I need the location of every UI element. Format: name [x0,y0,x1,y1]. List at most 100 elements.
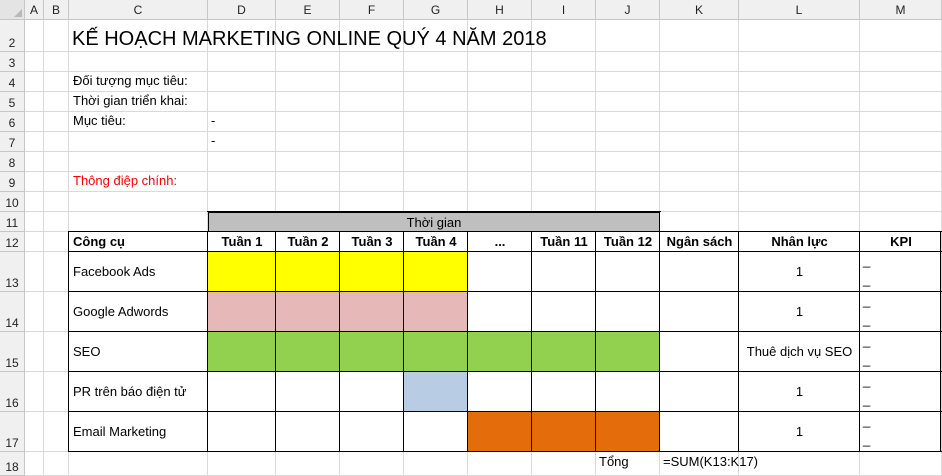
row-header-16[interactable]: 16 [0,372,25,412]
table-header-7[interactable]: Tuần 12 [596,232,660,252]
table-header-5[interactable]: ... [468,232,532,252]
col-header-i[interactable]: I [532,0,596,20]
row-header-5[interactable]: 5 [0,92,25,112]
kpi-cell[interactable]: _ _ [860,412,942,452]
row-header-3[interactable]: 3 [0,52,25,72]
tool-cell[interactable]: Facebook Ads [69,252,208,292]
row-header-12[interactable]: 12 [0,232,25,252]
row-header-10[interactable]: 10 [0,192,25,212]
row-header-6[interactable]: 6 [0,112,25,132]
spreadsheet-grid[interactable]: A B C D E F G H I J K L M 2 3 4 5 6 7 8 9 10 11 12 13 14 15 16 17 18 T… [0,0,942,476]
col-header-l[interactable]: L [739,0,860,20]
schedule-cell[interactable] [208,372,276,412]
schedule-cell[interactable] [468,332,532,372]
table-header-6[interactable]: Tuần 11 [532,232,596,252]
schedule-cell[interactable] [532,412,596,452]
table-header-4[interactable]: Tuần 4 [404,232,468,252]
tool-cell[interactable]: SEO [69,332,208,372]
schedule-cell[interactable] [340,372,404,412]
schedule-cell[interactable] [276,372,340,412]
col-header-c[interactable]: C [69,0,208,20]
schedule-cell[interactable] [276,332,340,372]
row-header-9[interactable]: 9 [0,172,25,192]
row-header-2[interactable]: 2 [0,20,25,52]
schedule-cell[interactable] [276,412,340,452]
table-header-0[interactable]: Công cụ [69,232,208,252]
staff-cell[interactable]: Thuê dịch vụ SEO [739,332,860,372]
schedule-cell[interactable] [532,372,596,412]
budget-cell[interactable] [660,252,739,292]
col-header-a[interactable]: A [25,0,44,20]
schedule-cell[interactable] [468,412,532,452]
schedule-cell[interactable] [532,252,596,292]
time-header-cell[interactable]: Thời gian [208,212,660,232]
schedule-cell[interactable] [468,372,532,412]
budget-cell[interactable] [660,292,739,332]
col-header-b[interactable]: B [44,0,69,20]
row-header-11[interactable]: 11 [0,212,25,232]
row-header-4[interactable]: 4 [0,72,25,92]
kpi-cell[interactable]: _ _ [860,252,942,292]
table-header-10[interactable]: KPI [860,232,942,252]
schedule-cell[interactable] [596,372,660,412]
table-header-8[interactable]: Ngân sách [660,232,739,252]
schedule-cell[interactable] [340,412,404,452]
row-header-7[interactable]: 7 [0,132,25,152]
schedule-cell[interactable] [404,332,468,372]
total-label[interactable]: Tổng [599,454,629,470]
row-header-14[interactable]: 14 [0,292,25,332]
kpi-cell[interactable]: _ _ [860,332,942,372]
table-header-3[interactable]: Tuần 3 [340,232,404,252]
col-header-h[interactable]: H [468,0,532,20]
schedule-cell[interactable] [276,292,340,332]
total-formula[interactable]: =SUM(K13:K17) [663,454,758,470]
schedule-cell[interactable] [340,292,404,332]
col-header-g[interactable]: G [404,0,468,20]
row-header-8[interactable]: 8 [0,152,25,172]
row-header-13[interactable]: 13 [0,252,25,292]
goal-dash-1[interactable]: - [211,113,215,129]
schedule-cell[interactable] [404,252,468,292]
row-header-15[interactable]: 15 [0,332,25,372]
col-header-j[interactable]: J [596,0,660,20]
col-header-m[interactable]: M [860,0,942,20]
schedule-cell[interactable] [208,412,276,452]
col-header-k[interactable]: K [660,0,739,20]
schedule-cell[interactable] [596,332,660,372]
kpi-cell[interactable]: _ _ [860,292,942,332]
schedule-cell[interactable] [468,252,532,292]
staff-cell[interactable]: 1 [739,292,860,332]
tool-cell[interactable]: PR trên báo điện tử [69,372,208,412]
staff-cell[interactable]: 1 [739,412,860,452]
schedule-cell[interactable] [276,252,340,292]
schedule-cell[interactable] [532,292,596,332]
schedule-cell[interactable] [208,252,276,292]
schedule-cell[interactable] [208,332,276,372]
schedule-cell[interactable] [532,332,596,372]
table-header-2[interactable]: Tuần 2 [276,232,340,252]
select-all-corner[interactable] [0,0,25,20]
schedule-cell[interactable] [596,412,660,452]
row-header-18[interactable]: 18 [0,452,25,476]
sheet-title[interactable]: KẾ HOẠCH MARKETING ONLINE QUÝ 4 NĂM 2018 [72,27,547,51]
schedule-cell[interactable] [340,332,404,372]
tool-cell[interactable]: Email Marketing [69,412,208,452]
schedule-cell[interactable] [340,252,404,292]
budget-cell[interactable] [660,372,739,412]
budget-cell[interactable] [660,412,739,452]
tool-cell[interactable]: Google Adwords [69,292,208,332]
schedule-cell[interactable] [596,252,660,292]
row-header-17[interactable]: 17 [0,412,25,452]
table-header-9[interactable]: Nhân lực [739,232,860,252]
col-header-d[interactable]: D [208,0,276,20]
schedule-cell[interactable] [596,292,660,332]
label-deploy-time[interactable]: Thời gian triển khai: [73,93,188,109]
table-header-1[interactable]: Tuần 1 [208,232,276,252]
budget-cell[interactable] [660,332,739,372]
col-header-f[interactable]: F [340,0,404,20]
col-header-e[interactable]: E [276,0,340,20]
schedule-cell[interactable] [404,412,468,452]
schedule-cell[interactable] [468,292,532,332]
schedule-cell[interactable] [208,292,276,332]
label-key-message[interactable]: Thông điệp chính: [73,173,177,189]
